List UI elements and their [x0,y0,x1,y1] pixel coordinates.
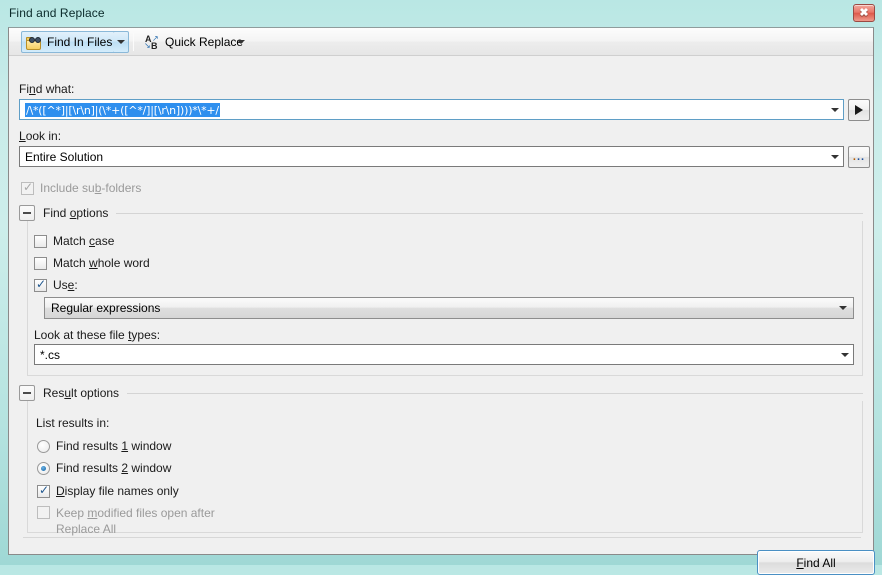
match-case-checkbox[interactable]: Match case [34,234,114,248]
include-subfolders-checkbox: ✓ Include sub-folders [21,179,142,195]
tab-find-in-files-label: Find In Files [47,35,113,49]
radio-find-results-1[interactable]: Find results 1 window [37,439,171,453]
look-in-browse-button[interactable]: ... [848,146,870,168]
radio-find-results-1-label: Find results 1 window [56,439,172,453]
result-options-expander[interactable] [19,385,35,401]
find-what-dropdown-arrow[interactable] [826,100,843,119]
chevron-down-icon [840,352,849,357]
match-case-label: Match case [53,234,115,248]
window-title: Find and Replace [9,6,105,20]
find-what-value: /\*([^*]|[\r\n]|(\*+([^*/]|[\r\n])))*\*+… [25,102,220,117]
use-checkbox[interactable]: ✓ Use: [34,276,78,292]
replace-a-b-icon: A ↗ ↘ B [144,33,159,51]
find-options-expander[interactable] [19,205,35,221]
minus-icon [23,212,31,214]
ellipsis-icon: ... [852,151,866,163]
footer-divider [23,537,861,538]
look-in-label: Look in: [19,129,62,143]
display-file-names-only-checkbox[interactable]: ✓ Display file names only [37,482,179,498]
match-whole-word-label: Match whole word [53,256,150,270]
find-options-title: Find options [43,206,109,220]
find-what-label: Find what: [19,82,75,96]
find-what-input[interactable]: /\*([^*]|[\r\n]|(\*+([^*/]|[\r\n])))*\*+… [19,99,844,120]
tab-quick-replace-label: Quick Replace [165,35,244,49]
radio-find-results-2-label: Find results 2 window [56,461,172,475]
folder-binoculars-icon [26,35,43,50]
play-triangle-icon [855,105,863,115]
dialog-toolbar: Find In Files A ↗ ↘ B Quick Replace [9,28,873,56]
radio-box [37,461,50,475]
checkbox-box: ✓ [37,482,50,498]
chevron-down-icon [839,306,847,310]
find-all-label: Find All [796,555,836,570]
group-divider [127,392,863,394]
chevron-down-icon [116,40,125,44]
title-bar[interactable]: Find and Replace ✖ [0,0,882,27]
tab-find-in-files[interactable]: Find In Files [21,31,121,53]
checkbox-box: ✓ [34,276,47,292]
keep-modified-files-checkbox: Keep modified files open after Replace A… [37,505,215,537]
find-in-files-dropdown-button[interactable] [113,31,129,53]
file-types-value: *.cs [40,347,61,362]
checkbox-box [37,506,50,519]
radio-find-results-2[interactable]: Find results 2 window [37,461,171,475]
radio-box [37,439,50,453]
result-options-group-header: Result options [19,385,863,401]
check-icon: ✓ [39,482,50,497]
dialog-client-area: Find In Files A ↗ ↘ B Quick Replace Find w… [8,27,875,575]
toolbar-separator [133,33,134,51]
look-in-dropdown-arrow[interactable] [826,147,843,166]
look-in-select[interactable]: Entire Solution [19,146,844,167]
chevron-down-icon [237,40,245,44]
check-icon: ✓ [23,179,34,194]
list-results-label: List results in: [36,416,110,430]
minus-icon [23,392,31,394]
checkbox-box [34,234,47,248]
find-and-replace-dialog: Find and Replace ✖ Find In Files A ↗ ↘ B… [0,0,882,575]
use-mode-value: Regular expressions [51,301,161,315]
chevron-down-icon [830,107,839,112]
match-whole-word-checkbox[interactable]: Match whole word [34,256,150,270]
checkbox-box [34,256,47,270]
look-in-value: Entire Solution [25,149,104,164]
find-what-value-wrap: /\*([^*]|[\r\n]|(\*+([^*/]|[\r\n])))*\*+… [20,102,826,117]
keep-modified-files-label: Keep modified files open after Replace A… [56,506,215,536]
find-options-group-header: Find options [19,205,863,221]
file-types-input[interactable]: *.cs [34,344,854,365]
checkbox-box: ✓ [21,179,34,195]
use-label: Use: [53,278,78,292]
result-options-title: Result options [43,386,120,400]
close-button[interactable]: ✖ [853,4,875,22]
close-icon: ✖ [859,7,869,19]
check-icon: ✓ [36,276,47,291]
chevron-down-icon [830,154,839,159]
find-what-expand-button[interactable] [848,99,870,121]
include-subfolders-label: Include sub-folders [40,181,142,195]
find-all-button[interactable]: Find All [757,550,875,575]
radio-selected-dot [41,465,46,471]
display-file-names-only-label: Display file names only [56,484,179,498]
use-mode-select[interactable]: Regular expressions [44,297,854,319]
quick-replace-dropdown-button[interactable] [233,31,249,53]
file-types-dropdown-arrow[interactable] [836,345,853,364]
use-mode-dropdown-arrow[interactable] [833,306,853,310]
group-divider [116,212,863,214]
file-types-label: Look at these file types: [34,328,161,342]
